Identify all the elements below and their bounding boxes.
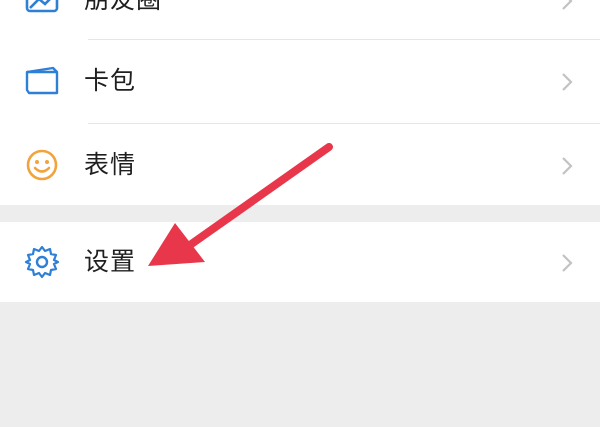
menu-item-label: 朋友圈 xyxy=(84,0,162,15)
menu-item-moments[interactable]: 朋友圈 xyxy=(0,0,600,40)
chevron-right-icon xyxy=(562,0,573,10)
gear-icon xyxy=(24,245,60,279)
menu-item-label: 卡包 xyxy=(84,66,137,95)
wechat-me-screen: 朋友圈 卡包 表情 xyxy=(0,0,600,427)
card-wallet-icon xyxy=(25,66,59,95)
menu-group-settings: 设置 xyxy=(0,222,600,302)
row-divider xyxy=(88,39,600,40)
row-divider xyxy=(88,123,600,124)
menu-item-label: 设置 xyxy=(84,247,137,276)
sticker-smiley-icon xyxy=(26,149,58,181)
chevron-right-icon xyxy=(562,254,573,272)
menu-item-stickers[interactable]: 表情 xyxy=(0,125,600,205)
menu-item-label: 表情 xyxy=(84,150,137,179)
menu-item-settings[interactable]: 设置 xyxy=(0,222,600,302)
chevron-right-icon xyxy=(562,73,573,91)
moments-icon xyxy=(25,0,59,13)
menu-group-top: 朋友圈 卡包 表情 xyxy=(0,0,600,205)
menu-item-card-wallet[interactable]: 卡包 xyxy=(0,41,600,121)
chevron-right-icon xyxy=(562,157,573,175)
